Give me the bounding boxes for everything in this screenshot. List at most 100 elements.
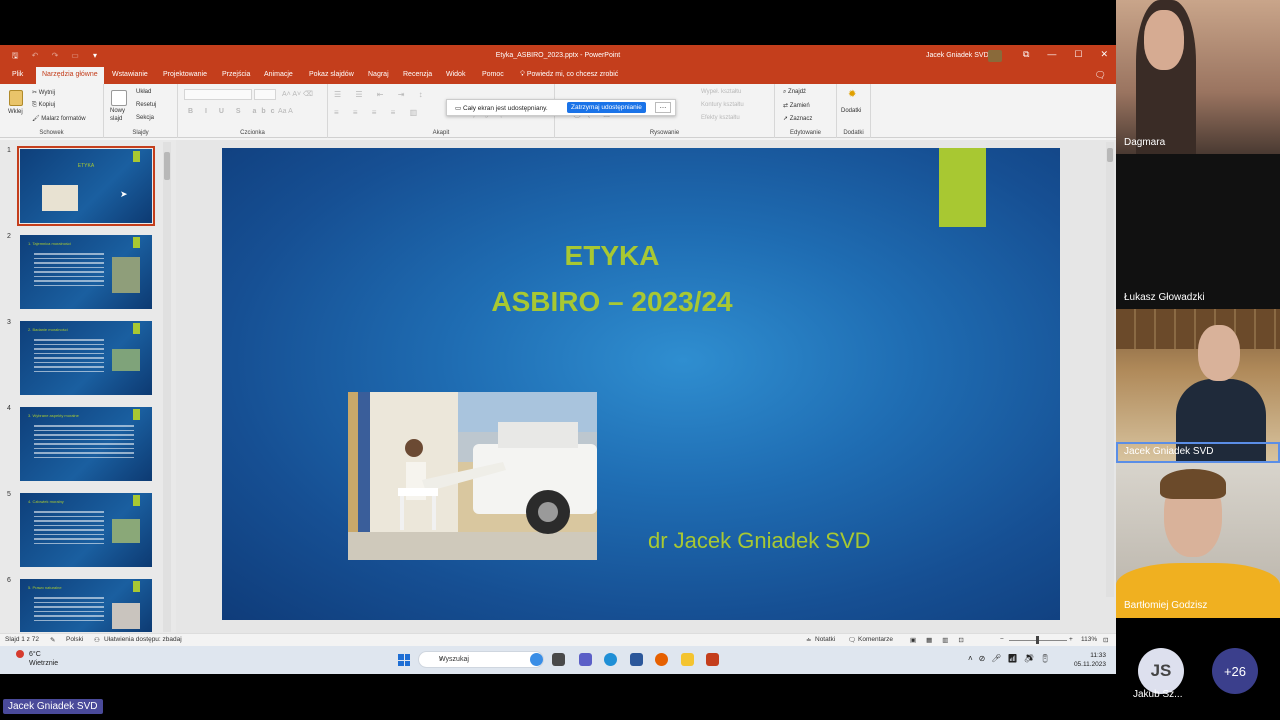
close-icon[interactable]: ✕ xyxy=(1100,49,1108,60)
tab-przejscia[interactable]: Przejścia xyxy=(222,71,250,78)
teams-icon[interactable] xyxy=(579,653,592,666)
addins-icon[interactable]: ✹ xyxy=(848,89,856,100)
addins-button[interactable]: Dodatki xyxy=(841,108,861,114)
new-slide-icon[interactable] xyxy=(111,90,127,106)
font-style-buttons[interactable]: B I U S abc xyxy=(188,108,280,115)
group-label: Rysowanie xyxy=(649,130,680,136)
tab-nagraj[interactable]: Nagraj xyxy=(368,71,389,78)
accessibility-status[interactable]: Ułatwienia dostępu: zbadaj xyxy=(104,636,182,643)
font-color-buttons[interactable]: Aa A xyxy=(278,108,293,115)
tab-narzedzia-glowne[interactable]: Narzędzia główne xyxy=(36,67,104,84)
thumbnail-title: ETYKA xyxy=(77,163,95,169)
tab-plik[interactable]: Plik xyxy=(12,71,23,78)
powerpoint-icon[interactable] xyxy=(706,653,719,666)
copilot-icon[interactable] xyxy=(530,653,543,666)
participant-avatar-js[interactable]: JS xyxy=(1138,648,1184,694)
word-icon[interactable] xyxy=(630,653,643,666)
thumbnail-slide-6[interactable]: 5. Prawo naturalne xyxy=(20,579,152,632)
stop-sharing-button[interactable]: Zatrzymaj udostępnianie xyxy=(567,102,646,113)
thumbnail-slide-3[interactable]: 2. Badanie moralności xyxy=(20,321,152,395)
select-button[interactable]: ➚ Zaznacz xyxy=(783,115,812,122)
slide-title-line-2[interactable]: ASBIRO – 2023/24 xyxy=(222,286,1002,318)
taskbar-clock[interactable]: 11:33 05.11.2023 xyxy=(1074,651,1106,669)
list-buttons[interactable]: ☰ ☰ ⇤ ⇥ ↕ xyxy=(334,90,429,99)
account-name[interactable]: Jacek Gniadek SVD xyxy=(926,52,989,59)
language-indicator[interactable]: Polski xyxy=(66,636,83,643)
weather-temp[interactable]: 6°C xyxy=(29,651,41,658)
scrollbar-thumb[interactable] xyxy=(1107,148,1113,162)
tab-recenzja[interactable]: Recenzja xyxy=(403,71,432,78)
thumbnail-slide-2[interactable]: 1. Tajemnica moralności xyxy=(20,235,152,309)
tab-wstawianie[interactable]: Wstawianie xyxy=(112,71,148,78)
slide-scrollbar[interactable] xyxy=(1106,142,1114,597)
font-size-input[interactable] xyxy=(254,89,276,100)
participant-tile-lukasz[interactable]: Łukasz Głowadzki xyxy=(1116,154,1280,309)
windows-start-icon[interactable] xyxy=(398,654,410,666)
tab-projektowanie[interactable]: Projektowanie xyxy=(163,71,207,78)
paste-icon[interactable] xyxy=(9,90,23,106)
ribbon-display-icon[interactable]: ⧉ xyxy=(1023,49,1029,60)
minimize-icon[interactable]: — xyxy=(1047,49,1056,60)
comments-button[interactable]: Komentarze xyxy=(858,636,893,643)
tab-widok[interactable]: Widok xyxy=(446,71,465,78)
shape-fill-button[interactable]: Wypeł. kształtu xyxy=(701,89,741,95)
maximize-icon[interactable]: ☐ xyxy=(1074,49,1082,60)
layout-button[interactable]: Układ xyxy=(136,89,151,95)
copy-label: Kopiuj xyxy=(38,102,56,108)
account-avatar[interactable] xyxy=(988,50,1002,62)
participant-tile-jacek[interactable]: Jacek Gniadek SVD xyxy=(1116,309,1280,463)
taskbar-search[interactable]: ⌕ Wyszukaj xyxy=(418,651,544,668)
paste-button[interactable]: Wklej xyxy=(8,109,23,115)
spellcheck-icon[interactable]: ✎ xyxy=(50,636,55,644)
section-button[interactable]: Sekcja xyxy=(136,115,154,121)
replace-button[interactable]: ⇄ Zamień xyxy=(783,102,810,109)
reset-button[interactable]: Resetuj xyxy=(136,102,156,108)
slide-author[interactable]: dr Jacek Gniadek SVD xyxy=(648,528,871,554)
tab-pomoc[interactable]: Pomoc xyxy=(482,71,504,78)
format-painter-button[interactable]: 🖌︎ Malarz formatów xyxy=(32,115,86,122)
current-slide[interactable]: ETYKA ASBIRO – 2023/24 dr Jacek Gniadek … xyxy=(222,148,1060,620)
fit-slide-icon[interactable]: ⊡ xyxy=(1103,636,1108,644)
more-options-icon[interactable]: … xyxy=(655,102,671,113)
comments-icon[interactable]: 🗨︎ xyxy=(1095,70,1106,81)
thumbnail-slide-5[interactable]: 4. Człowiek moralny xyxy=(20,493,152,567)
alignment-buttons[interactable]: ≡ ≡ ≡ ≡ ▥ xyxy=(334,108,423,117)
system-tray-icons[interactable]: ˄⊘🎤︎📶︎🔊︎🔋︎ xyxy=(968,654,1056,663)
more-participants-button[interactable]: +26 xyxy=(1212,648,1258,694)
file-explorer-icon[interactable] xyxy=(681,653,694,666)
slide-photo[interactable] xyxy=(348,392,597,560)
zoom-in-icon[interactable]: + xyxy=(1069,636,1073,643)
tell-me-search[interactable]: 💡︎ Powiedz mi, co chcesz zrobić xyxy=(520,71,618,79)
firefox-icon[interactable] xyxy=(655,653,668,666)
font-size-buttons[interactable]: A˄ A˅ ⌫ xyxy=(282,90,313,98)
task-view-icon[interactable] xyxy=(552,653,565,666)
new-slide-label-2[interactable]: slajd xyxy=(110,116,122,122)
notes-button[interactable]: Notatki xyxy=(815,636,835,643)
weather-icon[interactable] xyxy=(16,650,24,658)
comments-status-icon: 🗨︎ xyxy=(848,637,857,644)
view-buttons[interactable]: ▣▦▥⊡ xyxy=(910,636,974,644)
shape-outline-button[interactable]: Kontury kształtu xyxy=(701,102,744,108)
participant-tile-dagmara[interactable]: Dagmara xyxy=(1116,0,1280,154)
tab-pokaz-slajdow[interactable]: Pokaz slajdów xyxy=(309,71,354,78)
weather-desc[interactable]: Wietrznie xyxy=(29,660,58,667)
slide-counter: Slajd 1 z 72 xyxy=(5,636,39,643)
scrollbar-thumb[interactable] xyxy=(164,152,170,180)
zoom-level[interactable]: 113% xyxy=(1081,636,1097,643)
edge-icon[interactable] xyxy=(604,653,617,666)
shape-effects-button[interactable]: Efekty kształtu xyxy=(701,115,740,121)
zoom-slider-handle[interactable] xyxy=(1036,636,1039,644)
cut-button[interactable]: ✂ Wytnij xyxy=(32,89,55,96)
zoom-out-icon[interactable]: − xyxy=(1000,636,1004,643)
participant-tile-bartlomiej[interactable]: Bartłomiej Godzisz xyxy=(1116,463,1280,618)
thumbnail-slide-4[interactable]: 3. Wybrane aspekty moralne xyxy=(20,407,152,481)
find-button[interactable]: ⌕ Znajdź xyxy=(783,89,806,96)
tab-animacje[interactable]: Animacje xyxy=(264,71,293,78)
thumbnails-scrollbar[interactable] xyxy=(163,142,171,632)
thumbnail-slide-1[interactable]: ETYKA ➤ xyxy=(17,146,155,226)
status-bar: Slajd 1 z 72 ✎ Polski ⚇ Ułatwienia dostę… xyxy=(0,633,1116,646)
new-slide-label[interactable]: Nowy xyxy=(110,108,125,114)
copy-button[interactable]: ⎘ Kopiuj xyxy=(32,102,55,109)
slide-title-line-1[interactable]: ETYKA xyxy=(222,240,1002,272)
font-name-input[interactable] xyxy=(184,89,252,100)
